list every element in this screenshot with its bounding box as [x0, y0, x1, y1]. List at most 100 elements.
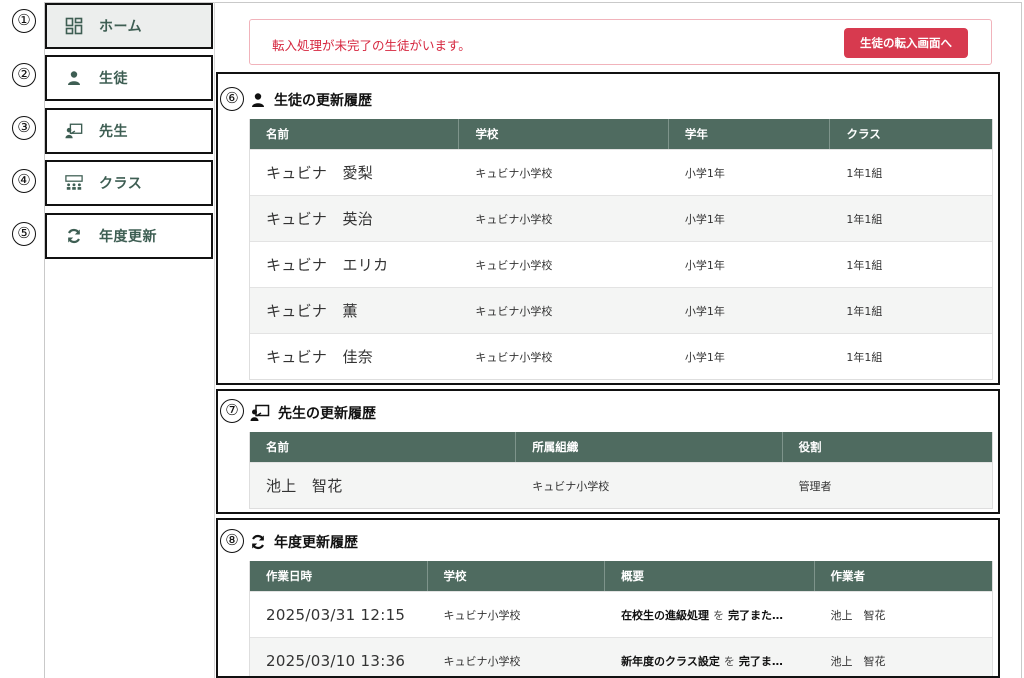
- table-row[interactable]: 2025/03/10 13:36 キュビナ小学校 新年度のクラス設定を完了ま… …: [250, 637, 992, 676]
- class-cell: 1年1組: [846, 350, 883, 364]
- person-icon: [65, 69, 83, 87]
- datetime-cell: 2025/03/10 13:36: [266, 651, 406, 670]
- marker-2: ②: [12, 63, 36, 87]
- school-cell: キュビナ小学校: [443, 608, 521, 622]
- sidebar-item-home[interactable]: ホーム: [45, 3, 213, 49]
- teacher-icon: [250, 404, 270, 422]
- class-cell: 1年1組: [846, 212, 883, 226]
- annual-update-history-section: 年度更新履歴 作業日時 学校 概要 作業者 2025/03/31 12:15 キ…: [216, 518, 1000, 678]
- summary-rest: 完了また…: [728, 608, 784, 622]
- class-cell: 1年1組: [846, 304, 883, 318]
- column-header: 学年: [669, 119, 831, 149]
- table-row[interactable]: キュビナ 愛梨 キュビナ小学校 小学1年 1年1組: [250, 149, 992, 195]
- column-header: 学校: [428, 561, 606, 591]
- person-icon: [250, 92, 266, 108]
- class-cell: 1年1組: [846, 166, 883, 180]
- marker-8: ⑧: [220, 529, 244, 553]
- datetime-cell: 2025/03/31 12:15: [266, 605, 406, 624]
- marker-5: ⑤: [12, 222, 36, 246]
- marker-3: ③: [12, 116, 36, 140]
- sidebar-item-label: 年度更新: [99, 229, 157, 245]
- student-name: キュビナ 佳奈: [266, 348, 374, 366]
- operator-cell: 池上 智花: [830, 654, 886, 668]
- school-cell: キュビナ小学校: [475, 304, 553, 318]
- school-cell: キュビナ小学校: [475, 212, 553, 226]
- role-cell: 管理者: [798, 479, 832, 493]
- sidebar-item-students[interactable]: 生徒: [45, 55, 213, 101]
- column-header: クラス: [846, 127, 881, 141]
- teacher-name: 池上 智花: [266, 477, 343, 495]
- alert-message: 転入処理が未完了の生徒がいます。: [272, 38, 471, 53]
- summary-cell: 新年度のクラス設定を完了ま…: [605, 638, 814, 676]
- summary-cell: 在校生の進級処理を完了また…: [605, 592, 814, 637]
- summary-main: 在校生の進級処理: [621, 608, 710, 622]
- table-row[interactable]: 2025/03/31 12:15 キュビナ小学校 在校生の進級処理を完了また… …: [250, 591, 992, 637]
- grade-cell: 小学1年: [684, 258, 725, 272]
- class-icon: [65, 174, 83, 192]
- sidebar-divider: [214, 2, 215, 678]
- section-title: 先生の更新履歴: [278, 406, 376, 422]
- marker-7: ⑦: [220, 399, 244, 423]
- column-header: 概要: [605, 561, 815, 591]
- school-cell: キュビナ小学校: [475, 350, 553, 364]
- section-title: 生徒の更新履歴: [274, 93, 372, 109]
- summary-particle: を: [713, 608, 725, 622]
- annual-update-table: 作業日時 学校 概要 作業者 2025/03/31 12:15 キュビナ小学校 …: [249, 561, 993, 676]
- grade-cell: 小学1年: [684, 304, 725, 318]
- student-name: キュビナ 愛梨: [266, 164, 374, 182]
- transfer-alert: 転入処理が未完了の生徒がいます。 生徒の転入画面へ: [249, 19, 992, 65]
- table-row[interactable]: キュビナ 佳奈 キュビナ小学校 小学1年 1年1組: [250, 333, 992, 379]
- section-header: 先生の更新履歴: [250, 403, 376, 423]
- column-header: 作業日時: [250, 561, 428, 591]
- transfer-screen-button[interactable]: 生徒の転入画面へ: [844, 28, 968, 58]
- class-cell: 1年1組: [846, 258, 883, 272]
- table-row[interactable]: 池上 智花 キュビナ小学校 管理者: [250, 462, 992, 508]
- summary-rest: 完了ま…: [738, 654, 783, 668]
- summary-main: 新年度のクラス設定: [621, 654, 720, 668]
- table-row[interactable]: キュビナ 英治 キュビナ小学校 小学1年 1年1組: [250, 195, 992, 241]
- column-header: 名前: [250, 119, 460, 149]
- summary-particle: を: [723, 654, 735, 668]
- sidebar-item-annual-update[interactable]: 年度更新: [45, 213, 213, 259]
- marker-1: ①: [12, 9, 36, 33]
- grade-cell: 小学1年: [684, 166, 725, 180]
- table-header: 名前 学校 学年 クラス: [250, 119, 992, 149]
- section-header: 生徒の更新履歴: [250, 90, 372, 110]
- school-cell: キュビナ小学校: [475, 258, 553, 272]
- table-header: 名前 所属組織 役割: [250, 432, 992, 462]
- teacher-icon: [65, 122, 83, 140]
- column-header: 所属組織: [516, 432, 783, 462]
- column-header: 学校: [459, 119, 669, 149]
- sidebar-item-teachers[interactable]: 先生: [45, 108, 213, 154]
- student-name: キュビナ 英治: [266, 210, 374, 228]
- teacher-history-table: 名前 所属組織 役割 池上 智花 キュビナ小学校 管理者: [249, 432, 993, 509]
- sidebar-item-label: クラス: [99, 176, 143, 192]
- section-header: 年度更新履歴: [250, 532, 358, 552]
- dashboard-icon: [65, 17, 83, 35]
- app-screen: ① ② ③ ④ ⑤ ⑥ ⑦ ⑧ ホーム 生徒 先生 クラス 年度更新 転入処理が…: [0, 0, 1024, 678]
- student-history-section: 生徒の更新履歴 名前 学校 学年 クラス キュビナ 愛梨 キュビナ小学校 小学1…: [216, 72, 1000, 385]
- section-title: 年度更新履歴: [274, 535, 358, 551]
- student-history-table: 名前 学校 学年 クラス キュビナ 愛梨 キュビナ小学校 小学1年 1年1組 キ…: [249, 119, 993, 380]
- sidebar-item-label: 生徒: [99, 71, 128, 87]
- table-header: 作業日時 学校 概要 作業者: [250, 561, 992, 591]
- student-name: キュビナ エリカ: [266, 256, 389, 274]
- sidebar-item-label: 先生: [99, 124, 128, 140]
- school-cell: キュビナ小学校: [475, 166, 553, 180]
- column-header: 役割: [798, 440, 822, 454]
- organization-cell: キュビナ小学校: [532, 479, 610, 493]
- student-name: キュビナ 薫: [266, 302, 358, 320]
- refresh-icon: [250, 534, 266, 550]
- operator-cell: 池上 智花: [830, 608, 886, 622]
- column-header: 名前: [250, 432, 517, 462]
- sidebar-item-classes[interactable]: クラス: [45, 160, 213, 206]
- table-row[interactable]: キュビナ 薫 キュビナ小学校 小学1年 1年1組: [250, 287, 992, 333]
- sidebar-item-label: ホーム: [99, 19, 143, 35]
- column-header: 作業者: [830, 569, 866, 583]
- teacher-history-section: 先生の更新履歴 名前 所属組織 役割 池上 智花 キュビナ小学校 管理者: [216, 389, 1000, 514]
- refresh-icon: [65, 227, 83, 245]
- marker-4: ④: [12, 169, 36, 193]
- table-row[interactable]: キュビナ エリカ キュビナ小学校 小学1年 1年1組: [250, 241, 992, 287]
- school-cell: キュビナ小学校: [443, 654, 521, 668]
- marker-6: ⑥: [220, 87, 244, 111]
